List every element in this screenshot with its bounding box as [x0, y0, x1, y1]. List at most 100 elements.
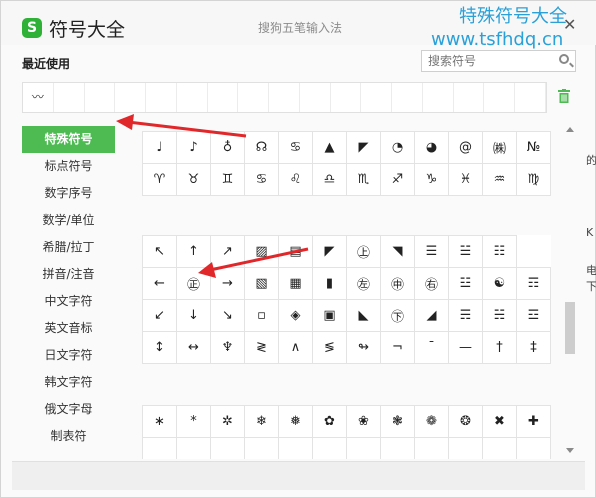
recent-symbol-cell[interactable] — [146, 83, 177, 112]
symbol-cell[interactable] — [244, 437, 279, 459]
symbol-cell[interactable]: ▫ — [244, 299, 279, 332]
sidebar-item[interactable]: 拼音/注音 — [22, 261, 115, 288]
symbol-cell[interactable]: ❁ — [414, 405, 449, 438]
symbol-cell[interactable]: ☯ — [482, 267, 517, 300]
symbol-cell[interactable]: ↗ — [210, 235, 245, 268]
recent-symbol-cell[interactable] — [361, 83, 393, 112]
symbol-cell[interactable]: ✖ — [482, 405, 517, 438]
symbol-cell[interactable]: † — [482, 331, 517, 364]
symbol-cell[interactable]: ㊤ — [346, 235, 381, 268]
symbol-cell[interactable]: ♈ — [142, 163, 177, 196]
symbol-cell[interactable]: ◥ — [380, 235, 415, 268]
symbol-cell[interactable] — [482, 437, 517, 459]
symbol-cell[interactable]: ✚ — [516, 405, 551, 438]
symbol-cell[interactable] — [142, 437, 177, 459]
symbol-cell[interactable]: ∗ — [142, 405, 177, 438]
symbol-cell[interactable] — [448, 437, 483, 459]
recent-symbol-cell[interactable] — [177, 83, 208, 112]
symbol-cell[interactable]: ◤ — [346, 131, 381, 164]
symbol-cell[interactable] — [516, 437, 551, 459]
symbol-cell[interactable]: ↔ — [176, 331, 211, 364]
symbol-cell[interactable]: ♩ — [142, 131, 177, 164]
recent-symbol-cell[interactable] — [331, 83, 362, 112]
symbol-cell[interactable] — [312, 437, 347, 459]
symbol-cell[interactable]: ㊨ — [414, 267, 449, 300]
recent-symbol-cell[interactable] — [454, 83, 485, 112]
symbol-cell[interactable] — [176, 437, 211, 459]
sidebar-item[interactable]: 数学/单位 — [22, 207, 115, 234]
symbol-cell[interactable]: ↑ — [176, 235, 211, 268]
recent-symbol-cell[interactable] — [54, 83, 85, 112]
symbol-cell[interactable]: ◔ — [380, 131, 415, 164]
scroll-up-icon[interactable] — [566, 127, 574, 132]
symbol-cell[interactable]: ↕ — [142, 331, 177, 364]
symbol-cell[interactable]: ☊ — [244, 131, 279, 164]
sidebar-item[interactable]: 中文字符 — [22, 288, 115, 315]
symbol-cell[interactable]: ☷ — [482, 235, 517, 268]
symbol-cell[interactable]: ¬ — [380, 331, 415, 364]
symbol-cell[interactable]: ❃ — [380, 405, 415, 438]
sidebar-item[interactable]: 特殊符号 — [22, 126, 115, 153]
symbol-cell[interactable]: ❄ — [244, 405, 279, 438]
symbol-cell[interactable] — [210, 437, 245, 459]
symbol-cell[interactable]: ♏ — [346, 163, 381, 196]
sidebar-item[interactable]: 俄文字母 — [22, 396, 115, 423]
symbol-cell[interactable]: ◤ — [312, 235, 347, 268]
symbol-cell[interactable]: ☲ — [516, 299, 551, 332]
symbol-cell[interactable]: * — [176, 405, 211, 438]
symbol-cell[interactable]: ▲ — [312, 131, 347, 164]
symbol-cell[interactable] — [414, 437, 449, 459]
sidebar-item[interactable]: 标点符号 — [22, 153, 115, 180]
symbol-cell[interactable]: ㊦ — [380, 299, 415, 332]
symbol-cell[interactable]: ☶ — [516, 267, 551, 300]
sidebar-item[interactable]: 制表符 — [22, 423, 115, 450]
symbol-cell[interactable]: ❅ — [278, 405, 313, 438]
search-box[interactable] — [421, 50, 576, 72]
recent-symbol-cell[interactable] — [300, 83, 331, 112]
recent-symbol-cell[interactable] — [85, 83, 116, 112]
symbol-cell[interactable]: ← — [142, 267, 177, 300]
search-icon[interactable] — [559, 54, 569, 64]
scroll-thumb[interactable] — [565, 302, 575, 354]
symbol-cell[interactable]: ▦ — [278, 267, 313, 300]
symbol-cell[interactable]: ㊧ — [346, 267, 381, 300]
recent-symbol-cell[interactable] — [484, 83, 516, 112]
symbol-cell[interactable]: ☳ — [448, 267, 483, 300]
symbol-cell[interactable]: ◣ — [346, 299, 381, 332]
sidebar-item[interactable]: 日文字符 — [22, 342, 115, 369]
symbol-cell[interactable]: ✿ — [312, 405, 347, 438]
symbol-cell[interactable]: ㈱ — [482, 131, 517, 164]
symbol-cell[interactable]: ▣ — [312, 299, 347, 332]
symbol-cell[interactable] — [380, 437, 415, 459]
symbol-cell[interactable]: ▮ — [312, 267, 347, 300]
symbol-cell[interactable]: ♉ — [176, 163, 211, 196]
symbol-cell[interactable]: ¯ — [414, 331, 449, 364]
symbol-cell[interactable]: ♍ — [516, 163, 551, 196]
symbol-cell[interactable]: @ — [448, 131, 483, 164]
recent-symbol-cell[interactable]: 〰 — [23, 83, 54, 112]
symbol-cell[interactable]: ☴ — [448, 299, 483, 332]
symbol-cell[interactable]: ≶ — [312, 331, 347, 364]
symbol-cell[interactable]: ❀ — [346, 405, 381, 438]
recent-symbol-cell[interactable] — [515, 83, 547, 112]
symbol-cell[interactable] — [346, 437, 381, 459]
sidebar-item[interactable]: 数字序号 — [22, 180, 115, 207]
recent-symbol-cell[interactable] — [392, 83, 423, 112]
symbol-cell[interactable]: ↓ — [176, 299, 211, 332]
symbol-cell[interactable]: ♆ — [210, 331, 245, 364]
symbol-cell[interactable]: ㊥ — [380, 267, 415, 300]
symbol-cell[interactable]: → — [210, 267, 245, 300]
symbol-cell[interactable]: ◕ — [414, 131, 449, 164]
recent-symbol-cell[interactable] — [238, 83, 270, 112]
scroll-down-icon[interactable] — [566, 448, 574, 453]
symbol-cell[interactable]: ✲ — [210, 405, 245, 438]
symbol-cell[interactable]: ♪ — [176, 131, 211, 164]
symbol-cell[interactable]: ☱ — [448, 235, 483, 268]
symbol-cell[interactable]: ♌ — [278, 163, 313, 196]
symbol-cell[interactable]: ↙ — [142, 299, 177, 332]
symbol-cell[interactable]: ☰ — [414, 235, 449, 268]
recent-symbol-cell[interactable] — [115, 83, 147, 112]
symbol-cell[interactable]: ◈ — [278, 299, 313, 332]
sidebar-item[interactable]: 希腊/拉丁 — [22, 234, 115, 261]
symbol-cell[interactable]: ≷ — [244, 331, 279, 364]
